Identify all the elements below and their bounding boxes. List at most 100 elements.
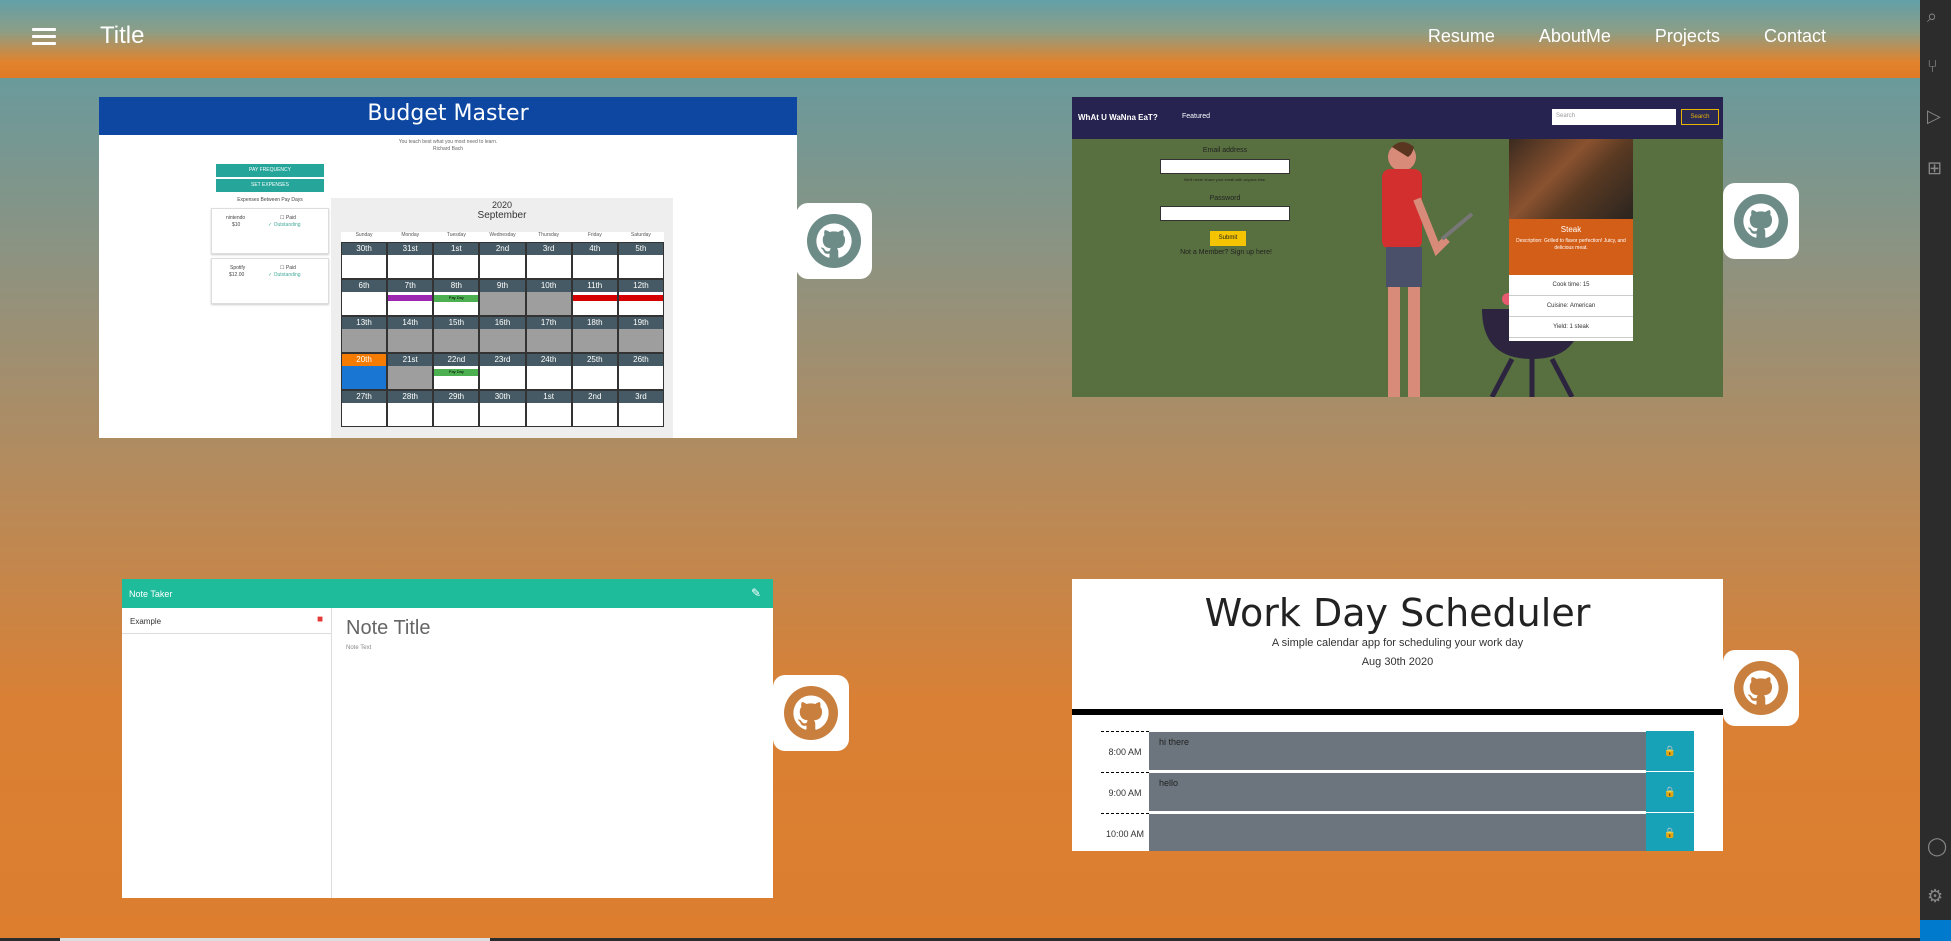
hamburger-menu-icon[interactable] [32, 28, 56, 46]
calendar-day[interactable]: 1st [433, 242, 480, 279]
editor-activity-bar: ⌕ ⑂ ▷ ⊞ ◯ ⚙ [1920, 0, 1951, 941]
calendar-day[interactable]: 18th [571, 316, 618, 353]
site-title[interactable]: Title [100, 22, 144, 50]
email-label: Email address [1202, 147, 1248, 154]
set-expenses-button[interactable]: SET EXPENSES [216, 179, 324, 192]
food-search-input[interactable]: Search [1552, 109, 1676, 125]
hour-label: 10:00 AM [1101, 813, 1149, 851]
calendar-day[interactable]: 29th [433, 390, 480, 427]
calendar-day[interactable]: 16th [479, 316, 526, 353]
calendar-day[interactable]: 22nd Pay Day [433, 353, 480, 390]
calendar-day[interactable]: 6th [341, 279, 388, 316]
calendar-day[interactable]: 23rd [479, 353, 526, 390]
calendar-day[interactable]: 14th [387, 316, 434, 353]
calendar-day[interactable]: 2nd [571, 390, 618, 427]
food-featured-link[interactable]: Featured [1182, 113, 1210, 120]
calendar-day[interactable]: 21st [387, 353, 434, 390]
calendar-day[interactable]: 2nd [479, 242, 526, 279]
email-field[interactable] [1160, 159, 1290, 174]
note-text-input[interactable]: Note Text [346, 645, 371, 651]
note-title-input[interactable]: Note Title [346, 617, 430, 640]
pay-frequency-button[interactable]: PAY FREQUENCY [216, 164, 324, 177]
calendar-day[interactable]: 4th [571, 242, 618, 279]
calendar-day[interactable]: 19th [617, 316, 664, 353]
pencil-icon[interactable]: ✎ [751, 586, 761, 600]
project-card-work-day-scheduler[interactable]: Work Day Scheduler A simple calendar app… [1072, 579, 1723, 851]
run-debug-icon[interactable]: ▷ [1927, 106, 1947, 126]
calendar-day[interactable]: 24th [525, 353, 572, 390]
search-icon[interactable]: ⌕ [1927, 6, 1947, 26]
time-block: 8:00 AM hi there 🔒 [1101, 731, 1694, 771]
calendar-week: 13th 14th 15th 16th 17th 18th 19th [341, 316, 664, 353]
submit-button[interactable]: Submit [1210, 231, 1246, 246]
github-icon [784, 686, 838, 740]
event-textarea[interactable] [1149, 813, 1646, 851]
check-icon: ✓ [268, 222, 273, 228]
account-icon[interactable]: ◯ [1927, 836, 1947, 856]
calendar-day[interactable]: 17th [525, 316, 572, 353]
event-textarea[interactable]: hi there [1149, 731, 1646, 771]
extensions-icon[interactable]: ⊞ [1927, 158, 1947, 178]
calendar-day[interactable]: 1st [525, 390, 572, 427]
calendar-day[interactable]: 20th [341, 353, 388, 390]
calendar-day[interactable]: 27th [341, 390, 388, 427]
github-link-food[interactable] [1723, 183, 1799, 259]
food-brand[interactable]: WhAt U WaNna EaT? [1078, 113, 1158, 122]
trash-icon[interactable]: ■ [317, 614, 323, 625]
github-link-note[interactable] [773, 675, 849, 751]
save-lock-button[interactable]: 🔒 [1646, 813, 1694, 851]
nav-link-projects[interactable]: Projects [1655, 26, 1720, 47]
note-list-item[interactable]: Example ■ [122, 608, 331, 634]
signup-link[interactable]: Not a Member? Sign up here! [1152, 249, 1300, 256]
project-card-note-taker[interactable]: Note Taker ✎ Example ■ Note Title Note T… [122, 579, 773, 898]
calendar-day[interactable]: 26th [617, 353, 664, 390]
calendar-day[interactable]: 31st [387, 242, 434, 279]
nav-link-resume[interactable]: Resume [1428, 26, 1495, 47]
yield: Yield: 1 steak [1509, 317, 1633, 338]
save-lock-button[interactable]: 🔒 [1646, 772, 1694, 812]
calendar-day[interactable]: 8th Pay Day [433, 279, 480, 316]
settings-gear-icon[interactable]: ⚙ [1927, 886, 1947, 906]
remote-status-indicator[interactable] [1920, 920, 1951, 941]
food-search-button[interactable]: Search [1681, 109, 1719, 125]
note-list: Example ■ [122, 608, 332, 898]
calendar-day[interactable]: 30th [341, 242, 388, 279]
time-block: 10:00 AM 🔒 [1101, 813, 1694, 851]
email-hint: We'll never share your email with anyone… [1183, 177, 1267, 182]
food-navbar: WhAt U WaNna EaT? Featured Search Search [1072, 97, 1723, 139]
scheduler-subtitle: A simple calendar app for scheduling you… [1271, 637, 1524, 649]
calendar-day[interactable]: 3rd [617, 390, 664, 427]
calendar-day[interactable]: 9th [479, 279, 526, 316]
lock-icon: 🔒 [1663, 786, 1677, 798]
nav-link-contact[interactable]: Contact [1764, 26, 1826, 47]
calendar-week: 6th 7th 8th Pay Day 9th 10th 11th 12th [341, 279, 664, 316]
calendar-day[interactable]: 7th [387, 279, 434, 316]
lock-icon: 🔒 [1663, 745, 1677, 757]
calendar-day[interactable]: 28th [387, 390, 434, 427]
scheduler-title: Work Day Scheduler [1204, 591, 1591, 635]
nav-link-aboutme[interactable]: AboutMe [1539, 26, 1611, 47]
calendar-week: 27th 28th 29th 30th 1st 2nd 3rd [341, 390, 664, 427]
calendar-day[interactable]: 10th [525, 279, 572, 316]
event-textarea[interactable]: hello [1149, 772, 1646, 812]
steak-image [1509, 139, 1633, 219]
calendar-day[interactable]: 12th [617, 279, 664, 316]
github-link-scheduler[interactable] [1723, 650, 1799, 726]
calendar-day[interactable]: 11th [571, 279, 618, 316]
calendar-day[interactable]: 5th [617, 242, 664, 279]
calendar-day[interactable]: 25th [571, 353, 618, 390]
save-lock-button[interactable]: 🔒 [1646, 731, 1694, 771]
budget-calendar: 2020 September Sunday Monday Tuesday Wednes… [331, 198, 673, 438]
source-control-icon[interactable]: ⑂ [1927, 56, 1947, 76]
project-card-budget-master[interactable]: Budget Master You teach best what you mo… [99, 97, 797, 438]
calendar-day[interactable]: 13th [341, 316, 388, 353]
github-link-budget[interactable] [796, 203, 872, 279]
payday-tag: Pay Day [434, 369, 479, 376]
project-card-what-u-wanna-eat[interactable]: WhAt U WaNna EaT? Featured Search Search… [1072, 97, 1723, 397]
calendar-day[interactable]: 3rd [525, 242, 572, 279]
note-app-title: Note Taker [129, 589, 173, 599]
password-field[interactable] [1160, 206, 1290, 221]
recipe-card[interactable]: Steak Description: Grilled to flavor perf… [1509, 139, 1633, 341]
calendar-day[interactable]: 30th [479, 390, 526, 427]
calendar-day[interactable]: 15th [433, 316, 480, 353]
